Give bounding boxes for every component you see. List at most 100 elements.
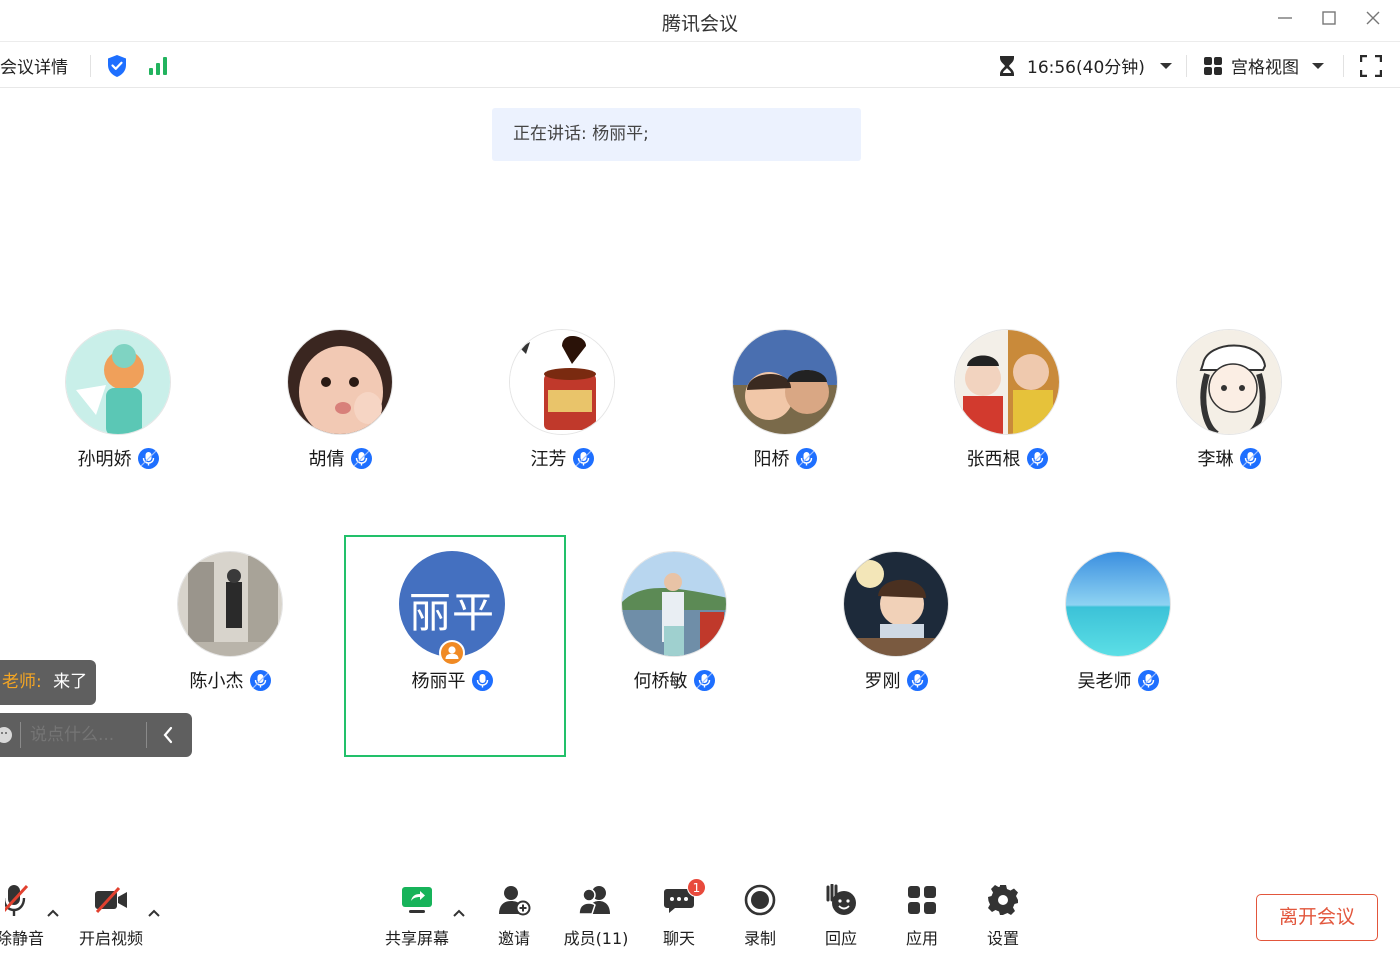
mic-status-icon: [1026, 447, 1048, 469]
chevron-up-icon[interactable]: [147, 908, 161, 918]
close-button[interactable]: [1360, 8, 1386, 34]
record-icon: [740, 880, 780, 920]
participant-tile[interactable]: 张西根: [897, 322, 1117, 542]
participant-name-line: 胡倩: [230, 445, 450, 471]
record-button[interactable]: 录制: [740, 880, 780, 955]
mic-status-icon: [350, 447, 372, 469]
unmute-label: 除静音: [0, 929, 45, 948]
share-screen-label: 共享屏幕: [384, 929, 449, 948]
participant-avatar: [843, 551, 949, 657]
react-button[interactable]: 回应: [821, 880, 861, 955]
view-mode-label: 宫格视图: [1231, 58, 1299, 78]
chat-icon: 1: [659, 878, 706, 920]
participant-avatar: [287, 329, 393, 435]
participant-avatar: 丽平: [399, 551, 505, 666]
participant-tile[interactable]: 汪芳: [452, 322, 672, 542]
settings-label: 设置: [986, 929, 1019, 948]
participant-avatar: [65, 329, 171, 435]
participant-tile[interactable]: 阳桥: [675, 322, 895, 542]
mic-status-icon: [795, 447, 817, 469]
participant-tile[interactable]: 胡倩: [230, 322, 450, 542]
settings-button[interactable]: 设置: [983, 880, 1023, 955]
meeting-timer[interactable]: 16:56(40分钟): [997, 43, 1173, 88]
chat-sender: 老师:: [2, 672, 42, 692]
meeting-details-label: 会议详情: [0, 58, 68, 78]
participant-name: 阳桥: [753, 449, 790, 470]
participant-avatar: [1065, 551, 1171, 657]
unmute-button[interactable]: 除静音: [0, 880, 44, 955]
view-mode-button[interactable]: 宫格视图: [1203, 43, 1325, 88]
participant-tile[interactable]: 李琳: [1119, 322, 1339, 542]
start-video-label: 开启视频: [78, 929, 143, 948]
chat-button[interactable]: 1 聊天: [659, 878, 706, 955]
apps-button[interactable]: 应用: [902, 880, 942, 955]
participant-tile[interactable]: 吴老师: [1008, 544, 1228, 764]
chevron-left-icon[interactable]: [162, 726, 174, 744]
share-screen-button[interactable]: 共享屏幕: [380, 880, 454, 955]
chat-input-field[interactable]: [30, 720, 142, 750]
divider: [90, 55, 91, 77]
hourglass-icon: [1000, 55, 1014, 76]
participant-name: 孙明娇: [77, 449, 132, 470]
video-off-icon: [91, 880, 131, 920]
react-label: 回应: [824, 929, 857, 948]
emoji-icon[interactable]: [0, 726, 14, 744]
participant-tile[interactable]: 丽平 杨丽平: [342, 544, 562, 764]
participant-name-line: 杨丽平: [342, 667, 562, 693]
chevron-up-icon[interactable]: [452, 908, 466, 918]
participant-tile[interactable]: 何桥敏: [564, 544, 784, 764]
network-signal-icon[interactable]: [148, 43, 170, 88]
participant-name: 杨丽平: [411, 671, 466, 692]
participant-tile[interactable]: 罗刚: [786, 544, 1006, 764]
participant-name: 张西根: [966, 449, 1021, 470]
mic-status-icon: [572, 447, 594, 469]
members-label: 成员(11): [563, 929, 629, 948]
fullscreen-icon[interactable]: [1360, 43, 1382, 88]
divider: [1343, 55, 1344, 77]
participant-name-line: 陈小杰: [120, 667, 340, 693]
mic-status-icon: [1137, 669, 1159, 691]
host-badge-icon: [439, 640, 465, 666]
speaking-indicator: 正在讲话: 杨丽平;: [492, 108, 861, 161]
meeting-details-button[interactable]: 会议详情: [0, 43, 68, 88]
members-button[interactable]: 成员(11): [562, 880, 630, 955]
mic-status-icon: [906, 669, 928, 691]
participant-avatar: [954, 329, 1060, 435]
minimize-button[interactable]: [1272, 8, 1298, 34]
window-title: 腾讯会议: [661, 13, 738, 35]
chat-label: 聊天: [662, 929, 695, 948]
participant-tile[interactable]: 孙明娇: [8, 322, 228, 542]
mic-status-icon: [1239, 447, 1261, 469]
participant-name-line: 孙明娇: [8, 445, 228, 471]
mic-status-icon: [137, 447, 159, 469]
participant-name: 陈小杰: [189, 671, 244, 692]
invite-button[interactable]: 邀请: [494, 880, 534, 955]
mic-muted-icon: [2, 880, 42, 920]
security-shield-icon[interactable]: [106, 43, 128, 88]
divider: [20, 722, 21, 748]
chevron-up-icon[interactable]: [46, 908, 60, 918]
chat-message: 来了: [53, 672, 88, 692]
grid-view-icon: [1204, 56, 1222, 75]
participant-name: 汪芳: [530, 449, 567, 470]
chevron-down-icon: [1312, 62, 1324, 69]
participant-avatar: [732, 329, 838, 435]
meeting-window: 腾讯会议 会议详情 16:56(40分钟) 宫格视图 正在讲话: 杨丽平; 孙明…: [0, 0, 1400, 955]
participant-name: 何桥敏: [633, 671, 688, 692]
avatar-initials: 丽平: [408, 588, 495, 637]
participant-name-line: 汪芳: [452, 445, 672, 471]
participant-name-line: 李琳: [1119, 445, 1339, 471]
participant-name-line: 阳桥: [675, 445, 895, 471]
leave-meeting-button[interactable]: 离开会议: [1256, 894, 1378, 941]
participant-name-line: 罗刚: [786, 667, 1006, 693]
share-screen-icon: [397, 880, 437, 920]
participant-name: 李琳: [1197, 449, 1234, 470]
start-video-button[interactable]: 开启视频: [74, 880, 148, 955]
chat-bubble[interactable]: 老师: 来了: [0, 660, 96, 705]
timer-text: 16:56(40分钟): [1027, 58, 1145, 78]
raise-hand-icon: [821, 880, 861, 920]
mic-status-icon: [471, 669, 493, 691]
maximize-button[interactable]: [1316, 8, 1342, 34]
members-icon: [576, 880, 616, 920]
gear-icon: [983, 880, 1023, 920]
